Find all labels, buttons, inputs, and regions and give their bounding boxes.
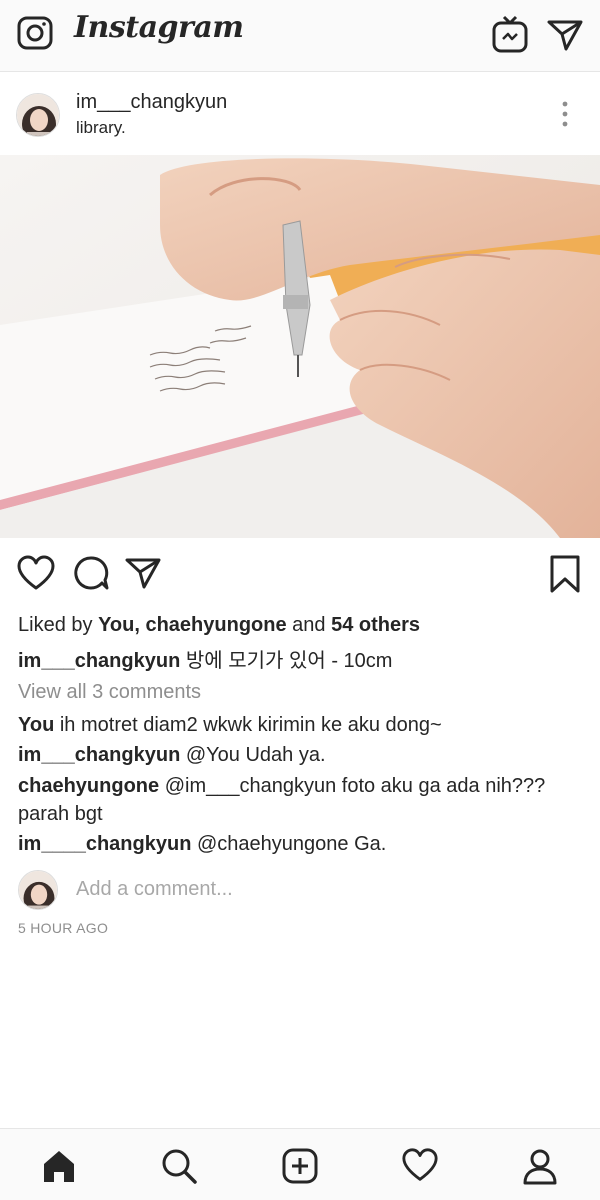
liked-users[interactable]: You, chaehyungone	[98, 614, 287, 636]
comment-icon[interactable]	[72, 554, 110, 592]
post-caption: im___changkyun 방에 모기가 있어 - 10cm	[18, 644, 392, 673]
bottom-nav	[0, 1128, 600, 1200]
comment-item: chaehyungone @im___changkyun foto aku ga…	[18, 772, 588, 828]
comment-username[interactable]: im___changkyun	[18, 744, 180, 766]
like-heart-icon[interactable]	[16, 554, 56, 594]
caption-username[interactable]: im___changkyun	[18, 650, 180, 672]
post-photo[interactable]	[0, 155, 600, 538]
post-header: im___changkyun library.	[0, 73, 600, 155]
share-icon[interactable]	[124, 554, 162, 590]
activity-heart-icon[interactable]	[401, 1147, 439, 1185]
bookmark-icon[interactable]	[548, 554, 582, 594]
camera-icon[interactable]	[16, 14, 54, 52]
comment-text: @chaehyungone Ga.	[191, 833, 387, 855]
caption-text: 방에 모기가 있어 - 10cm	[180, 650, 393, 672]
comment-item: im___changkyun @You Udah ya.	[18, 741, 588, 769]
profile-icon[interactable]	[521, 1147, 559, 1185]
add-comment-row: Add a comment...	[0, 868, 600, 914]
home-icon[interactable]	[40, 1147, 78, 1185]
post-actions	[0, 550, 600, 600]
comment-text: @You Udah ya.	[180, 744, 326, 766]
post-location[interactable]: library.	[76, 118, 126, 138]
direct-message-icon[interactable]	[546, 16, 584, 52]
post-timestamp: 5 HOUR AGO	[18, 920, 109, 936]
comment-username[interactable]: chaehyungone	[18, 775, 159, 797]
current-user-avatar	[18, 870, 58, 910]
comment-item: You ih motret diam2 wkwk kirimin ke aku …	[18, 711, 588, 739]
liked-others-count[interactable]: 54 others	[331, 614, 420, 636]
more-options-icon[interactable]	[552, 99, 578, 129]
igtv-icon[interactable]	[490, 14, 530, 54]
comment-username[interactable]: im____changkyun	[18, 833, 191, 855]
comment-item: im____changkyun @chaehyungone Ga.	[18, 830, 588, 858]
search-icon[interactable]	[160, 1147, 198, 1185]
top-bar: Instagram	[0, 0, 600, 72]
comment-text: ih motret diam2 wkwk kirimin ke aku dong…	[54, 714, 442, 736]
add-comment-input[interactable]: Add a comment...	[76, 878, 233, 901]
post-username[interactable]: im___changkyun	[76, 91, 227, 114]
app-logo: Instagram	[74, 10, 244, 45]
likes-and: and	[286, 614, 332, 636]
new-post-icon[interactable]	[281, 1147, 319, 1185]
user-avatar[interactable]	[16, 93, 60, 137]
view-all-comments-link[interactable]: View all 3 comments	[18, 681, 201, 704]
likes-summary[interactable]: Liked by You, chaehyungone and 54 others	[18, 614, 420, 637]
comment-username[interactable]: You	[18, 714, 54, 736]
likes-prefix: Liked by	[18, 614, 99, 636]
